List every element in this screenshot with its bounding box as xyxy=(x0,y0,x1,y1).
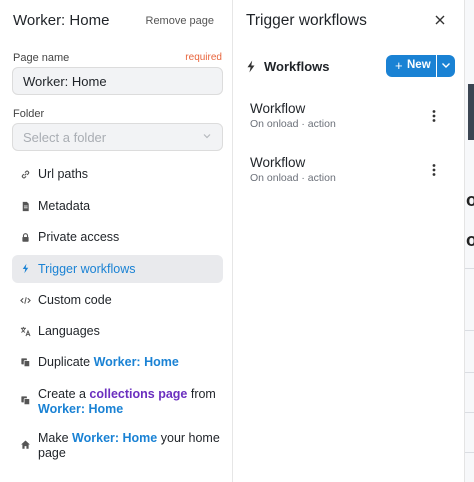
lightning-icon xyxy=(22,263,29,274)
menu-label-make-home-page: Make Worker: Home your home page xyxy=(38,431,223,461)
page-settings-header: Worker: Home Remove page xyxy=(13,12,220,32)
menu-item-url-paths[interactable]: Url paths xyxy=(12,167,223,183)
workflow-subtitle: On onload · action xyxy=(250,118,336,130)
remove-page-button[interactable]: Remove page xyxy=(146,15,215,27)
make-prefix: Make xyxy=(38,431,73,445)
plus-icon: + xyxy=(395,58,403,73)
page-title: Worker: Home xyxy=(13,12,110,29)
more-vertical-icon[interactable] xyxy=(426,163,442,177)
code-icon xyxy=(20,297,31,304)
copy-icon xyxy=(21,396,30,405)
document-icon xyxy=(22,201,29,212)
make-suffix: your home xyxy=(157,431,220,445)
menu-item-languages[interactable]: Languages xyxy=(12,324,223,340)
trigger-workflows-title: Trigger workflows xyxy=(246,12,367,29)
lightning-icon xyxy=(247,60,255,73)
menu-label-metadata: Metadata xyxy=(38,199,91,213)
menu-label-custom-code: Custom code xyxy=(38,293,112,307)
canvas-divider xyxy=(465,268,474,269)
duplicate-page-name: Worker: Home xyxy=(93,355,179,369)
canvas-divider xyxy=(465,330,474,331)
home-icon xyxy=(21,440,30,449)
translate-icon xyxy=(20,326,31,337)
canvas-partial-text: o xyxy=(466,230,474,251)
canvas-divider xyxy=(465,412,474,413)
new-workflow-dropdown-button[interactable] xyxy=(437,55,455,77)
menu-item-custom-code[interactable]: Custom code xyxy=(12,293,223,309)
workflows-section-label: Workflows xyxy=(264,59,330,74)
close-icon[interactable] xyxy=(434,14,446,26)
menu-label-create-collections-page: Create a collections page from Worker: Ho… xyxy=(38,387,223,417)
canvas-divider xyxy=(465,372,474,373)
workflow-name: Workflow xyxy=(250,101,306,116)
workflow-list-item[interactable]: Workflow On onload · action xyxy=(246,155,458,189)
duplicate-prefix: Duplicate xyxy=(38,355,94,369)
copy-icon xyxy=(21,358,30,367)
new-workflow-button[interactable]: + New xyxy=(386,55,436,77)
make-suffix-line2: page xyxy=(38,446,66,460)
folder-select-placeholder: Select a folder xyxy=(23,130,107,145)
canvas-partial-text: o· xyxy=(466,190,474,211)
lock-icon xyxy=(22,233,29,242)
trigger-workflows-panel: Trigger workflows Workflows + New Workfl… xyxy=(234,0,464,482)
workflow-name: Workflow xyxy=(250,155,306,170)
menu-item-private-access[interactable]: Private access xyxy=(12,230,223,246)
folder-select[interactable]: Select a folder xyxy=(12,123,223,151)
menu-item-create-collections-page[interactable]: Create a collections page from Worker: Ho… xyxy=(12,387,223,419)
create-prefix: Create a xyxy=(38,387,90,401)
page-name-input[interactable]: Worker: Home xyxy=(12,67,223,95)
chevron-down-icon xyxy=(442,63,450,68)
menu-label-duplicate: Duplicate Worker: Home xyxy=(38,355,179,370)
collections-page-link[interactable]: collections page xyxy=(89,387,187,401)
workflow-subtitle: On onload · action xyxy=(250,172,336,184)
page-settings-panel: Worker: Home Remove page Page name requi… xyxy=(0,0,233,482)
canvas-dark-block xyxy=(468,84,474,140)
required-badge: required xyxy=(185,52,222,63)
make-page-name: Worker: Home xyxy=(72,431,158,445)
menu-label-languages: Languages xyxy=(38,324,100,338)
folder-label: Folder xyxy=(13,108,45,120)
menu-item-make-home-page[interactable]: Make Worker: Home your home page xyxy=(12,431,223,463)
canvas-divider xyxy=(465,452,474,453)
page-name-label: Page name xyxy=(13,52,70,64)
chevron-down-icon xyxy=(203,134,211,139)
create-source-page-name: Worker: Home xyxy=(38,402,124,416)
menu-label-url-paths: Url paths xyxy=(38,167,89,181)
create-mid: from xyxy=(187,387,216,401)
menu-item-duplicate[interactable]: Duplicate Worker: Home xyxy=(12,355,223,371)
new-button-label: New xyxy=(407,59,431,71)
menu-item-metadata[interactable]: Metadata xyxy=(12,199,223,215)
more-vertical-icon[interactable] xyxy=(426,109,442,123)
menu-label-private-access: Private access xyxy=(38,230,120,244)
canvas-edge: o· o xyxy=(464,0,474,482)
menu-label-trigger-workflows: Trigger workflows xyxy=(38,262,136,276)
workflow-list-item[interactable]: Workflow On onload · action xyxy=(246,101,458,135)
link-icon xyxy=(21,170,30,179)
menu-item-trigger-workflows[interactable]: Trigger workflows xyxy=(12,255,223,283)
